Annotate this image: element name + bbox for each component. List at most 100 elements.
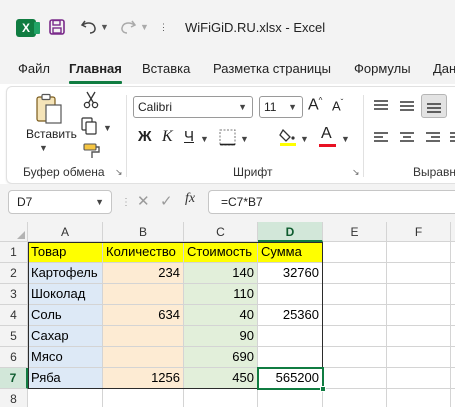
- copy-chevron-down-icon[interactable]: ▼: [103, 123, 112, 133]
- tab-insert[interactable]: Вставка: [142, 61, 190, 76]
- font-name-dropdown[interactable]: Calibri ▼: [133, 96, 253, 118]
- font-color-button[interactable]: А: [321, 125, 332, 143]
- cell-d8[interactable]: [258, 389, 323, 407]
- cell-g7[interactable]: [451, 368, 455, 389]
- cell-a6[interactable]: Мясо: [28, 347, 103, 368]
- cell-b6[interactable]: [103, 347, 184, 368]
- tab-page-layout[interactable]: Разметка страницы: [213, 61, 331, 76]
- cell-b4[interactable]: 634: [103, 305, 184, 326]
- cell-f4[interactable]: [387, 305, 451, 326]
- tab-data[interactable]: Дан: [433, 61, 455, 76]
- clipboard-dialog-launcher-icon[interactable]: ↘: [115, 167, 123, 178]
- cell-c4[interactable]: 40: [184, 305, 258, 326]
- column-header-b[interactable]: B: [103, 222, 184, 242]
- name-box[interactable]: D7 ▼: [8, 190, 112, 214]
- cell-c1[interactable]: Стоимость: [184, 242, 258, 263]
- align-left-icon[interactable]: [373, 131, 389, 148]
- cell-e4[interactable]: [323, 305, 387, 326]
- paste-button-label[interactable]: Вставить: [26, 127, 77, 141]
- redo-chevron-down-icon[interactable]: ▼: [140, 22, 149, 32]
- cell-a2[interactable]: Картофель: [28, 263, 103, 284]
- cell-c5[interactable]: 90: [184, 326, 258, 347]
- cell-e1[interactable]: [323, 242, 387, 263]
- cell-d3[interactable]: [258, 284, 323, 305]
- row-header-2[interactable]: 2: [0, 263, 28, 284]
- cell-b8[interactable]: [103, 389, 184, 407]
- insert-function-button[interactable]: fx: [185, 191, 195, 207]
- tab-home[interactable]: Главная: [69, 61, 122, 76]
- fill-color-icon[interactable]: [279, 127, 297, 150]
- column-header-g[interactable]: [451, 222, 455, 242]
- cell-g4[interactable]: [451, 305, 455, 326]
- cell-c3[interactable]: 110: [184, 284, 258, 305]
- cell-g1[interactable]: [451, 242, 455, 263]
- cell-e6[interactable]: [323, 347, 387, 368]
- cell-d5[interactable]: [258, 326, 323, 347]
- column-header-d[interactable]: D: [258, 222, 323, 242]
- tab-formulas[interactable]: Формулы: [354, 61, 411, 76]
- cell-e2[interactable]: [323, 263, 387, 284]
- tab-file[interactable]: Файл: [18, 61, 50, 76]
- row-header-7[interactable]: 7: [0, 368, 28, 389]
- cell-c2[interactable]: 140: [184, 263, 258, 284]
- more-options-icon[interactable]: ⋮: [121, 197, 131, 208]
- cancel-icon[interactable]: ✕: [137, 192, 150, 210]
- cell-d2[interactable]: 32760: [258, 263, 323, 284]
- cell-g8[interactable]: [451, 389, 455, 407]
- row-header-5[interactable]: 5: [0, 326, 28, 347]
- row-header-4[interactable]: 4: [0, 305, 28, 326]
- cell-g6[interactable]: [451, 347, 455, 368]
- cell-d6[interactable]: [258, 347, 323, 368]
- paste-icon[interactable]: [35, 93, 63, 128]
- cell-a1[interactable]: Товар: [28, 242, 103, 263]
- borders-icon[interactable]: [219, 129, 236, 149]
- fill-color-chevron-down-icon[interactable]: ▼: [300, 134, 309, 144]
- formula-input[interactable]: =C7*B7: [208, 190, 455, 214]
- underline-chevron-down-icon[interactable]: ▼: [200, 134, 209, 144]
- cell-f1[interactable]: [387, 242, 451, 263]
- row-header-8[interactable]: 8: [0, 389, 28, 407]
- cell-f8[interactable]: [387, 389, 451, 407]
- borders-chevron-down-icon[interactable]: ▼: [240, 134, 249, 144]
- cell-f2[interactable]: [387, 263, 451, 284]
- cell-e7[interactable]: [323, 368, 387, 389]
- align-right-icon[interactable]: [425, 131, 441, 148]
- cell-g2[interactable]: [451, 263, 455, 284]
- cell-a8[interactable]: [28, 389, 103, 407]
- cell-f3[interactable]: [387, 284, 451, 305]
- column-header-e[interactable]: E: [323, 222, 387, 242]
- cell-b3[interactable]: [103, 284, 184, 305]
- cell-a4[interactable]: Соль: [28, 305, 103, 326]
- cell-f5[interactable]: [387, 326, 451, 347]
- column-header-f[interactable]: F: [387, 222, 451, 242]
- enter-icon[interactable]: ✓: [160, 192, 173, 210]
- format-painter-icon[interactable]: [83, 142, 101, 163]
- column-header-c[interactable]: C: [184, 222, 258, 242]
- select-all-button[interactable]: [0, 222, 28, 242]
- cell-e3[interactable]: [323, 284, 387, 305]
- align-center-icon[interactable]: [399, 131, 415, 148]
- cell-e8[interactable]: [323, 389, 387, 407]
- save-icon[interactable]: [49, 19, 65, 38]
- copy-icon[interactable]: [81, 117, 99, 138]
- cell-g5[interactable]: [451, 326, 455, 347]
- cell-g3[interactable]: [451, 284, 455, 305]
- cell-a5[interactable]: Сахар: [28, 326, 103, 347]
- column-header-a[interactable]: A: [28, 222, 103, 242]
- row-header-1[interactable]: 1: [0, 242, 28, 263]
- cell-a3[interactable]: Шоколад: [28, 284, 103, 305]
- bold-button[interactable]: Ж: [138, 128, 152, 145]
- indent-icon[interactable]: [449, 131, 455, 148]
- cell-c6[interactable]: 690: [184, 347, 258, 368]
- font-size-dropdown[interactable]: 11 ▼: [259, 96, 303, 118]
- redo-icon[interactable]: [119, 17, 137, 38]
- row-header-6[interactable]: 6: [0, 347, 28, 368]
- cell-c7[interactable]: 450: [184, 368, 258, 389]
- cut-icon[interactable]: [83, 91, 99, 112]
- cell-a7[interactable]: Ряба: [28, 368, 103, 389]
- underline-button[interactable]: Ч: [184, 128, 194, 145]
- cell-b2[interactable]: 234: [103, 263, 184, 284]
- cell-c8[interactable]: [184, 389, 258, 407]
- increase-font-size-button[interactable]: A^: [308, 96, 322, 114]
- undo-chevron-down-icon[interactable]: ▼: [100, 22, 109, 32]
